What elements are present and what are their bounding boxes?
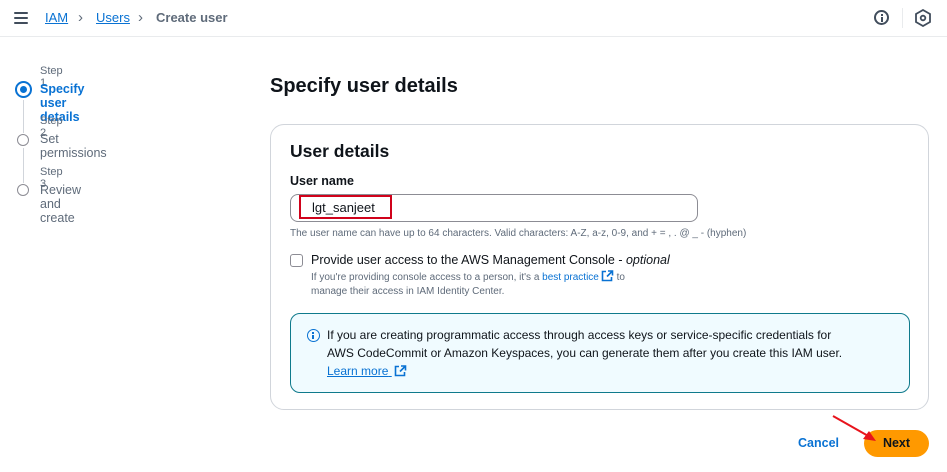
panel-title: User details [290,141,390,161]
user-details-panel: User details User name lgt_sanjeet The u… [270,124,929,410]
info-text-line2: AWS CodeCommit or Amazon Keyspaces, you … [327,346,843,360]
username-value-highlight: lgt_sanjeet [299,195,392,219]
username-constraint-text: The user name can have up to 64 characte… [290,228,747,239]
step-connector [23,100,24,133]
step-1-indicator [15,81,32,98]
settings-hex-icon[interactable] [915,9,931,27]
learn-more-text[interactable]: Learn more [327,364,388,378]
chevron-right-icon: › [78,9,83,26]
console-access-description-line2: manage their access in IAM Identity Cent… [311,286,505,297]
username-input[interactable]: lgt_sanjeet [290,194,698,222]
hamburger-menu-icon[interactable] [14,12,28,24]
chevron-right-icon: › [138,9,143,26]
step-3-title: Review and create [40,183,81,225]
console-access-label: Provide user access to the AWS Managemen… [311,253,670,267]
breadcrumb-item-users[interactable]: Users [96,10,130,26]
external-link-icon[interactable] [601,270,614,282]
top-navigation-bar: IAM › Users › Create user [0,0,947,37]
info-alert: If you are creating programmatic access … [290,313,910,393]
page-title: Specify user details [270,75,458,97]
toolbar-divider [902,8,903,28]
step-2-indicator [17,134,29,146]
info-text-line1: If you are creating programmatic access … [327,328,832,342]
external-link-icon[interactable] [394,365,407,377]
console-access-label-text: Provide user access to the AWS Managemen… [311,253,626,267]
step-3-indicator [17,184,29,196]
breadcrumb-item-iam[interactable]: IAM [45,10,68,26]
console-desc-suffix: to [613,272,625,283]
username-label: User name [290,174,354,188]
learn-more-link[interactable]: Learn more [327,364,407,378]
info-icon[interactable] [874,10,889,25]
best-practice-link[interactable]: best practice [542,272,599,283]
optional-text: optional [625,253,670,267]
annotation-arrow [832,415,876,441]
console-access-checkbox[interactable] [290,254,303,267]
step-connector [23,148,24,183]
step-2-title: Set permissions [40,132,107,160]
console-access-description: If you're providing console access to a … [311,270,625,283]
console-desc-prefix: If you're providing console access to a … [311,272,543,283]
info-circle-icon [307,329,320,342]
breadcrumb-current: Create user [156,10,228,25]
